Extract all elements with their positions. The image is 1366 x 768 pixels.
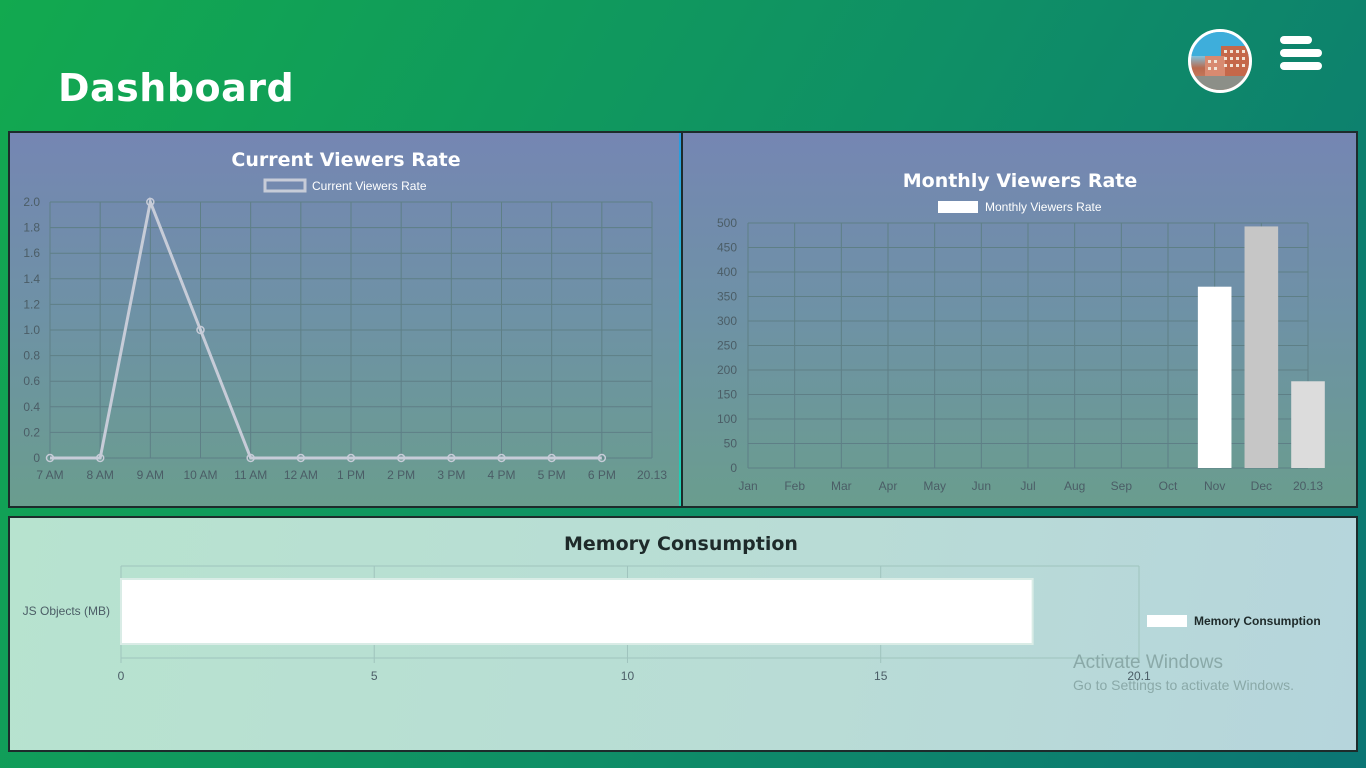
y-tick-label: 150 (717, 388, 737, 402)
y-category-label: JS Objects (MB) (23, 604, 110, 618)
memory-consumption-panel: Memory Consumption 0 5 10 15 20.1 JS Objects (… (8, 516, 1358, 752)
x-tick-label: Feb (784, 479, 805, 493)
x-tick-label: 5 (371, 669, 378, 683)
x-tick-label: Mar (831, 479, 852, 493)
y-tick-label: 450 (717, 241, 737, 255)
y-tick-label: 250 (717, 339, 737, 353)
x-tick-label: Nov (1204, 479, 1225, 493)
avatar[interactable] (1188, 29, 1252, 93)
bar (1244, 226, 1279, 468)
activate-windows-watermark: Activate Windows Go to Settings to activ… (1073, 652, 1294, 693)
x-tick-label: 10 AM (183, 468, 217, 482)
legend-label: Current Viewers Rate (312, 179, 427, 193)
y-tick-label: 100 (717, 412, 737, 426)
y-tick-label: 0.4 (23, 400, 40, 414)
hamburger-icon (1280, 36, 1322, 70)
monthly-viewers-chart: Monthly Viewers Rate Monthly Viewers Rate… (717, 170, 1325, 493)
legend-swatch (938, 201, 978, 213)
legend-label: Memory Consumption (1194, 614, 1321, 628)
x-tick-label: Jun (972, 479, 991, 493)
bar (120, 578, 1034, 645)
x-tick-label: 20.13 (637, 468, 667, 482)
x-tick-label: 15 (874, 669, 888, 683)
chart-title: Monthly Viewers Rate (903, 170, 1138, 192)
watermark-line1: Activate Windows (1073, 652, 1223, 673)
x-tick-label: Jan (738, 479, 757, 493)
y-tick-label: 0 (33, 451, 40, 465)
x-tick-label: 20.13 (1293, 479, 1323, 493)
y-tick-label: 350 (717, 290, 737, 304)
bar (1291, 381, 1325, 468)
legend-swatch (263, 178, 307, 193)
y-tick-label: 500 (717, 216, 737, 230)
x-tick-label: 8 AM (86, 468, 113, 482)
y-tick-label: 1.4 (23, 272, 40, 286)
y-tick-label: 400 (717, 265, 737, 279)
x-tick-label: Dec (1251, 479, 1272, 493)
x-tick-label: Sep (1111, 479, 1133, 493)
x-tick-label: 3 PM (437, 468, 465, 482)
x-tick-label: 2 PM (387, 468, 415, 482)
x-tick-label: Apr (879, 479, 898, 493)
bar (1197, 286, 1232, 468)
y-tick-label: 0.6 (23, 374, 40, 388)
x-tick-label: 1 PM (337, 468, 365, 482)
legend-swatch (1147, 615, 1187, 627)
menu-button[interactable] (1278, 34, 1324, 74)
monthly-viewers-panel: Monthly Viewers Rate Monthly Viewers Rate… (681, 131, 1358, 508)
memory-consumption-chart: Memory Consumption0 5 10 15 20.1JS Objects (… (23, 533, 1321, 683)
chart-title: Current Viewers Rate (231, 149, 460, 171)
y-tick-label: 0 (730, 461, 737, 475)
y-tick-label: 1.8 (23, 221, 40, 235)
y-tick-label: 1.6 (23, 246, 40, 260)
x-tick-label: Aug (1064, 479, 1085, 493)
x-tick-label: Oct (1159, 479, 1178, 493)
y-tick-label: 1.2 (23, 297, 40, 311)
x-tick-label: 5 PM (538, 468, 566, 482)
legend-label: Monthly Viewers Rate (985, 200, 1102, 214)
x-tick-label: 10 (621, 669, 635, 683)
watermark-line2: Go to Settings to activate Windows. (1073, 677, 1294, 693)
x-tick-label: 9 AM (137, 468, 164, 482)
x-tick-label: May (923, 479, 946, 493)
current-viewers-chart: Current Viewers Rate Current Viewers Rate… (23, 149, 667, 482)
y-tick-label: 0.8 (23, 349, 40, 363)
chart-title: Memory Consumption (564, 533, 798, 555)
x-tick-label: 6 PM (588, 468, 616, 482)
x-tick-label: 12 AM (284, 468, 318, 482)
y-tick-label: 0.2 (23, 425, 40, 439)
y-tick-label: 200 (717, 363, 737, 377)
current-viewers-panel: Current Viewers Rate Current Viewers Rate… (8, 131, 683, 508)
x-tick-label: 7 AM (36, 468, 63, 482)
x-tick-label: 4 PM (487, 468, 515, 482)
y-tick-label: 2.0 (23, 195, 40, 209)
y-tick-label: 1.0 (23, 323, 40, 337)
x-tick-label: 11 AM (234, 468, 267, 482)
y-tick-label: 50 (724, 437, 738, 451)
page-title: Dashboard (58, 66, 295, 110)
y-tick-label: 300 (717, 314, 737, 328)
x-tick-label: Jul (1020, 479, 1035, 493)
x-tick-label: 0 (118, 669, 125, 683)
